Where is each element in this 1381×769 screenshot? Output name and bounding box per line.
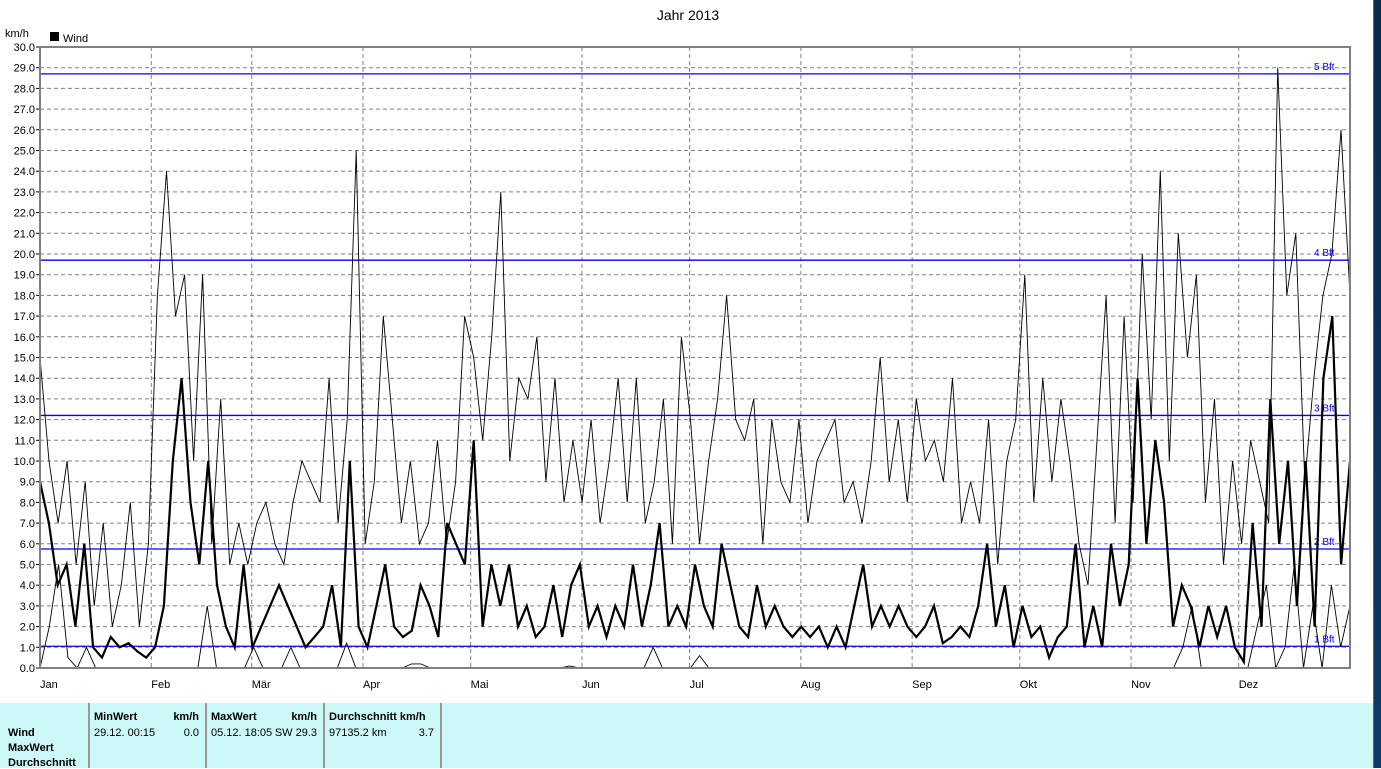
max-column: MaxWert km/h 05.12. 18:05 SW 29.3 (207, 703, 325, 768)
series-min-line (39, 564, 1351, 670)
y-tick-label: 17.0 (14, 311, 35, 323)
y-tick-label: 14.0 (14, 373, 35, 385)
legend-label: Wind (63, 33, 88, 45)
y-tick-label: 21.0 (14, 228, 35, 240)
y-tick-label: 12.0 (14, 415, 35, 427)
min-header: MinWert (94, 711, 138, 723)
y-tick-label: 24.0 (14, 166, 35, 178)
min-unit: km/h (173, 711, 199, 723)
x-tick-label: Mai (471, 679, 489, 691)
row-label-maxwert: MaxWert (8, 742, 54, 754)
y-tick-label: 27.0 (14, 104, 35, 116)
y-tick-label: 9.0 (20, 477, 35, 489)
max-unit: km/h (291, 711, 317, 723)
y-tick-label: 6.0 (20, 539, 35, 551)
min-column: MinWert km/h 29.12. 00:15 0.0 (90, 703, 207, 768)
y-tick-label: 11.0 (14, 435, 35, 447)
y-tick-label: 10.0 (14, 456, 35, 468)
max-value: SW 29.3 (274, 727, 317, 739)
chart-title: Jahr 2013 (657, 7, 719, 23)
max-date: 05.12. 18:05 (211, 727, 273, 739)
y-tick-label: 16.0 (14, 332, 35, 344)
wind-year-chart: Jahr 2013 km/h Wind 1 Bft2 Bft3 Bft4 Bft… (5, 7, 1352, 691)
y-tick-label: 13.0 (14, 394, 35, 406)
avg-distance: 97135.2 km (329, 727, 387, 739)
y-tick-label: 5.0 (20, 560, 35, 572)
y-tick-label: 30.0 (14, 42, 35, 54)
row-label-column: Wind MaxWert Durchschnitt (0, 703, 90, 769)
x-tick-label: Jun (582, 679, 600, 691)
min-value: 0.0 (183, 727, 199, 739)
y-tick-label: 3.0 (20, 601, 35, 613)
legend-swatch (50, 32, 59, 41)
beaufort-label: 5 Bft (1314, 62, 1335, 73)
series-max-line (39, 67, 1351, 627)
y-tick-label: 4.0 (20, 580, 35, 592)
y-tick-label: 22.0 (14, 208, 35, 220)
y-tick-label: 28.0 (14, 83, 35, 95)
x-tick-label: Mär (252, 679, 271, 691)
x-tick-label: Jan (40, 679, 58, 691)
y-tick-label: 1.0 (20, 642, 35, 654)
desktop-edge (1373, 0, 1381, 768)
y-tick-label: 29.0 (14, 63, 35, 75)
max-header: MaxWert (211, 711, 257, 723)
y-tick-label: 25.0 (14, 146, 35, 158)
y-axis-unit: km/h (5, 28, 29, 40)
x-tick-label: Apr (363, 679, 380, 691)
y-tick-label: 0.0 (20, 663, 35, 675)
min-date: 29.12. 00:15 (94, 727, 156, 739)
row-label-wind: Wind (8, 727, 35, 739)
x-tick-label: Sep (912, 679, 932, 691)
y-tick-label: 18.0 (14, 290, 35, 302)
y-tick-label: 7.0 (20, 518, 35, 530)
x-tick-label: Dez (1239, 679, 1259, 691)
y-tick-label: 26.0 (14, 125, 35, 137)
x-tick-label: Jul (690, 679, 704, 691)
y-tick-label: 20.0 (14, 249, 35, 261)
y-tick-label: 2.0 (20, 622, 35, 634)
avg-value: 3.7 (418, 727, 434, 739)
avg-header: Durchschnitt km/h (329, 711, 426, 723)
x-tick-label: Feb (151, 679, 170, 691)
stats-table: Wind MaxWert Durchschnitt MinWert km/h 2… (0, 703, 1373, 769)
y-tick-label: 15.0 (14, 353, 35, 365)
x-tick-label: Okt (1020, 679, 1037, 691)
y-tick-label: 23.0 (14, 187, 35, 199)
y-tick-label: 8.0 (20, 497, 35, 509)
row-label-durchschnitt: Durchschnitt (8, 757, 76, 769)
beaufort-label: 3 Bft (1314, 403, 1335, 414)
y-tick-label: 19.0 (14, 270, 35, 282)
x-tick-label: Aug (801, 679, 821, 691)
x-tick-label: Nov (1131, 679, 1151, 691)
avg-column: Durchschnitt km/h 97135.2 km 3.7 (325, 703, 442, 768)
